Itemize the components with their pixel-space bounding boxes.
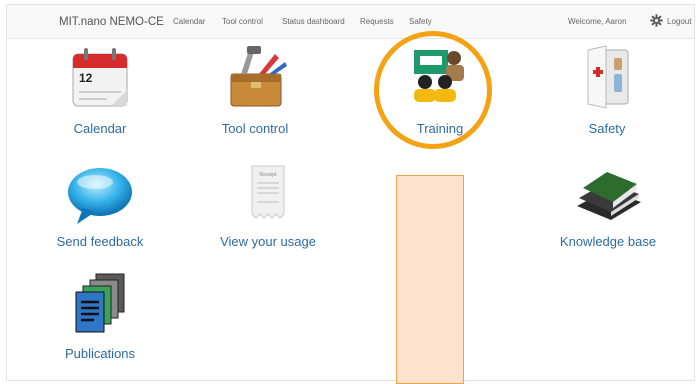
receipt-title: Receipt: [260, 172, 278, 178]
view-usage-label: View your usage: [220, 234, 316, 249]
receipt-icon: Receipt: [251, 165, 285, 219]
nav-safety[interactable]: Safety: [409, 17, 432, 26]
view-usage-tile[interactable]: Receipt View your usage: [213, 164, 323, 254]
nav-calendar[interactable]: Calendar: [173, 17, 205, 26]
safety-label: Safety: [588, 121, 626, 136]
overlay-box: [396, 175, 464, 384]
training-tile[interactable]: Training: [390, 44, 490, 140]
publications-label: Publications: [64, 346, 136, 361]
top-navbar: MIT.nano NEMO-CE Calendar Tool control S…: [7, 5, 694, 39]
calendar-label: Calendar: [73, 121, 127, 136]
brand-link[interactable]: MIT.nano NEMO-CE: [59, 16, 164, 28]
gear-icon[interactable]: [650, 14, 663, 27]
welcome-text: Welcome, Aaron: [568, 17, 627, 26]
training-label: Training: [416, 121, 464, 136]
send-feedback-tile[interactable]: Send feedback: [45, 164, 155, 254]
nav-status-dashboard[interactable]: Status dashboard: [282, 17, 345, 26]
toolbox-icon: [230, 46, 287, 107]
calendar-tile[interactable]: 12 Calendar: [50, 44, 150, 140]
calendar-date-number: 12: [79, 71, 93, 85]
books-icon: [577, 172, 641, 220]
logout-link[interactable]: Logout: [667, 17, 691, 26]
nav-requests[interactable]: Requests: [360, 17, 394, 26]
send-feedback-label: Send feedback: [56, 234, 144, 249]
speech-bubble-icon: [68, 168, 132, 224]
training-icon: [414, 50, 464, 102]
knowledge-base-tile[interactable]: Knowledge base: [553, 164, 663, 254]
knowledge-base-label: Knowledge base: [559, 234, 657, 249]
documents-icon: [75, 273, 125, 333]
tool-control-label: Tool control: [221, 121, 289, 136]
publications-tile[interactable]: Publications: [48, 272, 152, 364]
nav-tool-control[interactable]: Tool control: [222, 17, 263, 26]
tool-control-tile[interactable]: Tool control: [205, 44, 305, 140]
calendar-icon: 12: [72, 48, 128, 107]
safety-tile[interactable]: Safety: [557, 44, 657, 140]
first-aid-cabinet-icon: [587, 45, 629, 109]
